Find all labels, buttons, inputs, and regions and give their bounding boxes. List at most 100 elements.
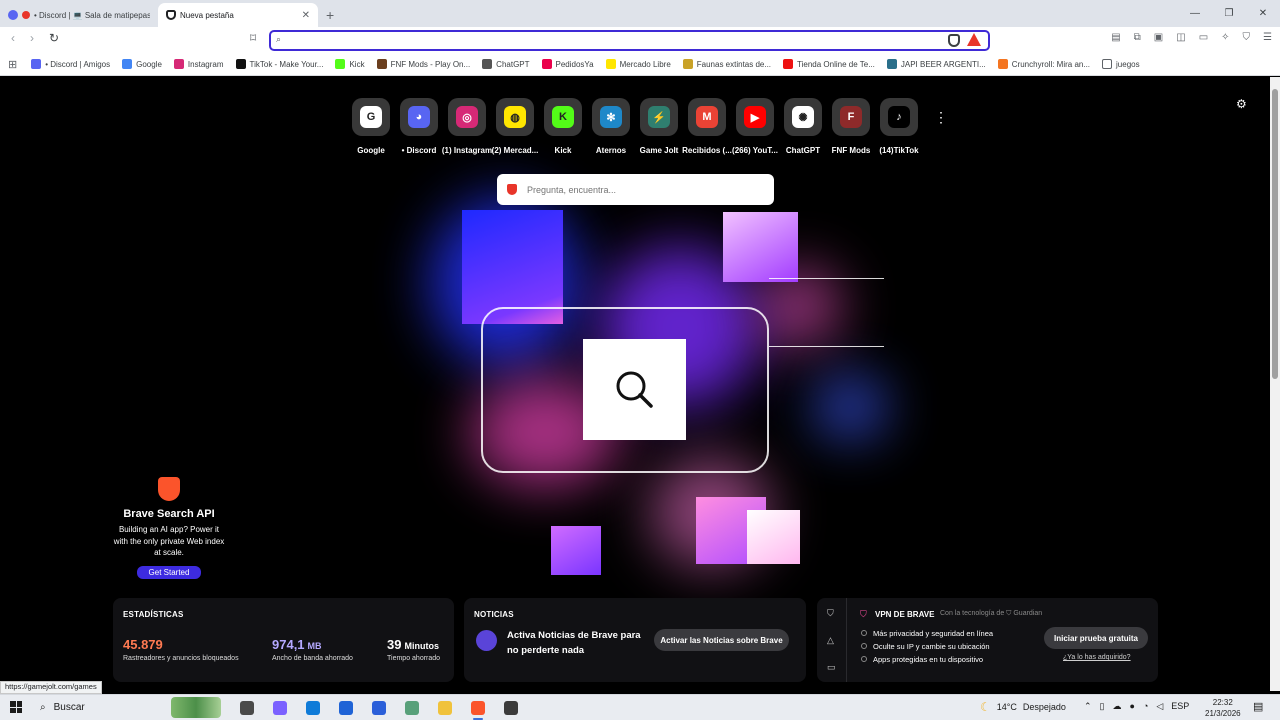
taskbar-app-brave[interactable] [461, 698, 494, 720]
talk-tab-icon[interactable]: ▭ [827, 662, 836, 673]
taskbar-app-explorer[interactable] [428, 698, 461, 718]
taskbar-app-app[interactable] [395, 698, 428, 718]
top-site-icon-box: G [352, 98, 390, 136]
bookmark-item[interactable]: juegos [1102, 59, 1140, 69]
minimize-button[interactable]: — [1178, 0, 1212, 26]
taskbar-app-task-view[interactable] [230, 698, 263, 718]
bookmark-label: Instagram [187, 59, 224, 69]
top-site-icon: K [552, 106, 574, 128]
sidebar-icon[interactable]: ◫ [1176, 32, 1185, 43]
get-started-button[interactable]: Get Started [136, 565, 202, 579]
top-site-icon: ◍ [504, 106, 526, 128]
top-site-icon: ◎ [456, 106, 478, 128]
volume-icon[interactable]: ◁ [1156, 701, 1163, 712]
bookmark-item[interactable]: Instagram [173, 59, 224, 69]
close-window-button[interactable]: ✕ [1246, 0, 1280, 26]
search-box[interactable] [497, 174, 774, 205]
brave-rewards-icon[interactable] [967, 33, 981, 46]
bookmark-item[interactable]: TikTok - Make Your... [235, 59, 323, 69]
store-icon [371, 701, 386, 715]
bookmark-label: Mercado Libre [619, 59, 671, 69]
task-view-icon [239, 701, 254, 715]
taskbar-search-label: Buscar [53, 702, 85, 713]
time-value: 39 [387, 637, 402, 652]
scrollbar-thumb[interactable] [1272, 89, 1278, 379]
bookmark-item[interactable]: FNF Mods - Play On... [376, 59, 470, 69]
chevron-up-icon[interactable]: ⌃ [1084, 701, 1092, 712]
vpn-shield-icon[interactable]: ⛉ [827, 608, 834, 619]
clock[interactable]: 22:32 21/3/2026 [1205, 697, 1241, 719]
bookmark-item[interactable]: Mercado Libre [605, 59, 671, 69]
reload-button[interactable]: ↻ [49, 31, 59, 45]
device-icon[interactable]: ▯ [1100, 701, 1105, 712]
start-trial-button[interactable]: Iniciar prueba gratuita [1044, 627, 1148, 649]
bookmark-label: Faunas extintas de... [696, 59, 772, 69]
enable-news-button[interactable]: Activar las Noticias sobre Brave [654, 629, 789, 651]
search-highlight-image [171, 697, 221, 718]
tab-new-tab[interactable]: Nueva pestaña ✕ [158, 3, 318, 27]
vpn-icon[interactable]: ⛉ [1243, 32, 1251, 43]
bookmark-item[interactable]: JAPI BEER ARGENTI... [886, 59, 986, 69]
address-input[interactable] [289, 33, 929, 48]
rewards-tab-icon[interactable]: △ [827, 635, 834, 646]
leo-ai-icon[interactable]: ✧ [1221, 32, 1229, 43]
taskbar-app-steam-like[interactable] [494, 698, 527, 718]
taskbar-app-copilot[interactable] [263, 698, 296, 718]
notifications-icon[interactable]: ▤ [1253, 700, 1263, 713]
status-url: https://gamejolt.com/games [0, 681, 102, 694]
taskbar-app-mail[interactable] [329, 698, 362, 718]
bookmark-icon[interactable]: ⌑ [250, 31, 256, 45]
menu-icon[interactable]: ☰ [1263, 32, 1272, 43]
cloud-icon[interactable]: ☁ [1113, 701, 1122, 712]
taskbar-search[interactable]: ⌕ Buscar [31, 697, 221, 718]
back-button[interactable]: ‹ [11, 31, 15, 45]
top-site-icon: ✻ [600, 106, 622, 128]
wallet-icon[interactable]: ▭ [1199, 32, 1208, 43]
new-tab-button[interactable]: + [326, 7, 334, 23]
settings-gear-icon[interactable]: ⚙ [1236, 97, 1247, 111]
bookmark-item[interactable]: • Discord | Amigos [31, 59, 110, 69]
close-tab-icon[interactable]: ✕ [302, 10, 310, 21]
forward-button[interactable]: › [30, 31, 34, 45]
bookmark-favicon-icon [122, 59, 133, 69]
maximize-button[interactable]: ❐ [1212, 0, 1246, 26]
wifi-icon[interactable]: ◔ [1143, 701, 1148, 712]
bookmark-item[interactable]: Faunas extintas de... [682, 59, 772, 69]
bookmark-item[interactable]: ChatGPT [482, 59, 530, 69]
taskbar-app-edge[interactable] [296, 698, 329, 718]
brave-shields-icon[interactable] [948, 34, 960, 47]
apps-grid-icon[interactable]: ⊞ [8, 58, 17, 71]
weather-widget[interactable]: ☾ 14°C Despejado [980, 700, 1066, 714]
windows-start-icon[interactable] [10, 701, 22, 713]
stats-card: ESTADÍSTICAS 45.879 Rastreadores y anunc… [113, 598, 454, 682]
page-scrollbar[interactable] [1270, 77, 1280, 691]
extensions-icon[interactable]: ⧉ [1134, 32, 1141, 43]
reader-icon[interactable]: ▤ [1111, 32, 1120, 43]
top-site-icon-box: ▶ [736, 98, 774, 136]
bookmark-label: JAPI BEER ARGENTI... [900, 59, 986, 69]
address-bar[interactable]: ⌕ [269, 30, 990, 51]
bookmark-label: Tienda Online de Te... [797, 59, 875, 69]
already-purchased-link[interactable]: ¿Ya lo has adquirido? [1063, 654, 1131, 661]
bookmark-item[interactable]: Crunchyroll: Mira an... [997, 59, 1090, 69]
search-input[interactable] [527, 184, 747, 195]
bookmark-favicon-icon [886, 59, 897, 69]
magnifier-icon [616, 371, 653, 408]
weather-desc: Despejado [1022, 702, 1066, 712]
bookmark-favicon-icon [541, 59, 552, 69]
top-sites-more-icon[interactable]: ⋮ [934, 109, 948, 126]
top-site-tile[interactable]: ♪ (14)TikTok [875, 98, 923, 155]
check-icon [861, 643, 867, 649]
microphone-icon[interactable]: ● [1130, 701, 1135, 712]
bookmark-item[interactable]: PedidosYa [541, 59, 594, 69]
tab-discord[interactable]: • Discord | 💻 Sala de matipepas [0, 3, 158, 27]
language-indicator[interactable]: ESP [1171, 701, 1189, 712]
bookmark-item[interactable]: Tienda Online de Te... [783, 59, 875, 69]
taskbar-app-store[interactable] [362, 698, 395, 718]
bookmark-item[interactable]: Google [122, 59, 162, 69]
screenshot-icon[interactable]: ▣ [1154, 32, 1163, 43]
bookmark-item[interactable]: Kick [335, 59, 365, 69]
bookmark-label: PedidosYa [555, 59, 594, 69]
stat-bandwidth: 974,1 MB Ancho de banda ahorrado [272, 637, 353, 662]
top-site-icon: ✺ [792, 106, 814, 128]
